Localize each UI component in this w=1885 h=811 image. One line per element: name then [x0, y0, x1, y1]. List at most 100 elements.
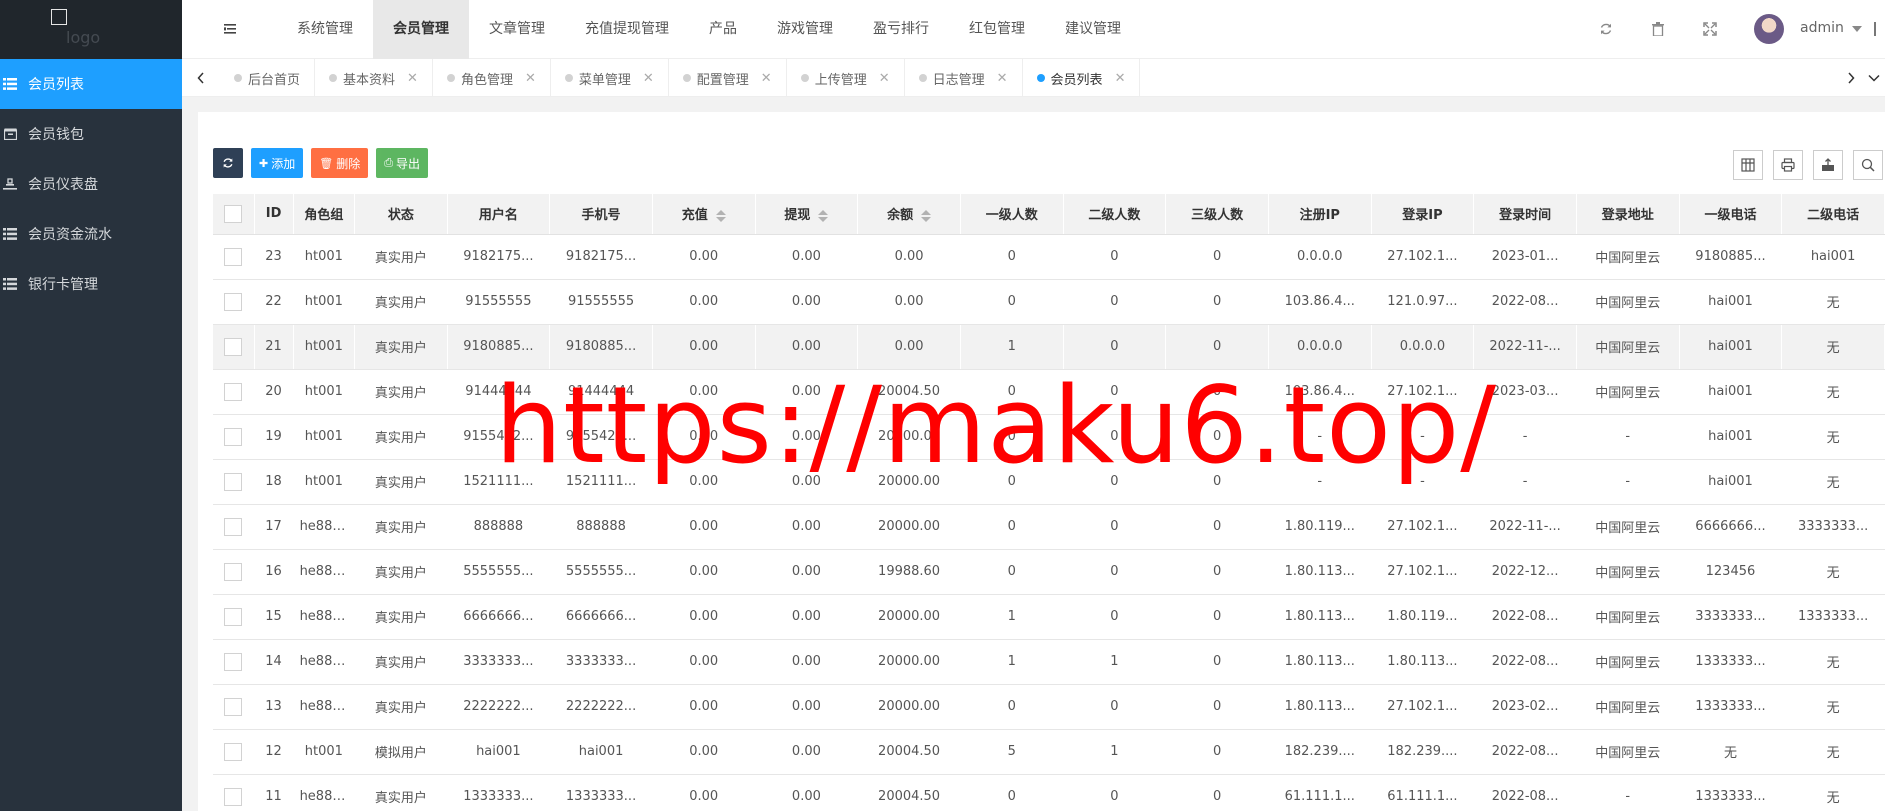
table-row[interactable]: 23 ht001 真实用户 9182175... 9182175... 0.00 0.00 0…	[213, 234, 1885, 280]
add-button[interactable]: ✚ 添加	[251, 148, 304, 178]
row-checkbox[interactable]	[224, 292, 243, 311]
list-icon	[2, 277, 18, 291]
table-row[interactable]: 22 ht001 真实用户 91555555 91555555 0.00 0.00 0.00 0…	[213, 279, 1885, 325]
sort-icon[interactable]	[921, 209, 932, 222]
row-select-cell	[213, 279, 255, 325]
row-checkbox[interactable]	[224, 607, 243, 626]
row-checkbox[interactable]	[224, 787, 243, 806]
sidebar-item-3[interactable]: 会员资金流水	[0, 209, 182, 259]
row-checkbox[interactable]	[224, 472, 243, 491]
table-row[interactable]: 19 ht001 真实用户 9155422... 9155422... 0.00 0.00 2…	[213, 414, 1885, 460]
columns-filter-button[interactable]	[1733, 150, 1763, 180]
table-cell: 0.00	[755, 684, 858, 730]
page-tab-0[interactable]: 后台首页	[220, 59, 316, 97]
user-name[interactable]: admin	[1800, 20, 1844, 36]
table-row[interactable]: 11 he8888 真实用户 1333333... 1333333... 0.00 0.00…	[213, 774, 1885, 811]
print-button[interactable]	[1773, 150, 1803, 180]
fullscreen-icon[interactable]	[1702, 21, 1718, 37]
nav-item-3[interactable]: 充值提现管理	[565, 0, 689, 59]
table-cell: 0.00	[652, 594, 756, 640]
tabs-scroll-left-icon[interactable]	[182, 59, 220, 97]
row-checkbox[interactable]	[224, 337, 243, 356]
select-all-checkbox[interactable]	[224, 204, 243, 223]
page-tab-4[interactable]: 配置管理 ✕	[669, 59, 787, 97]
table-cell: 12	[254, 729, 294, 775]
page-tab-7[interactable]: 会员列表 ✕	[1023, 59, 1141, 97]
table-row[interactable]: 15 he8888 真实用户 6666666... 6666666... 0.00 0.00…	[213, 594, 1885, 640]
table-cell: -	[1268, 459, 1372, 505]
page-tab-6[interactable]: 日志管理 ✕	[905, 59, 1023, 97]
table-cell: 123456	[1679, 549, 1782, 595]
close-icon[interactable]: ✕	[761, 71, 772, 86]
table-cell: -	[1268, 414, 1372, 460]
table-row[interactable]: 18 ht001 真实用户 1521111... 1521111... 0.00 0.00 2…	[213, 459, 1885, 505]
table-row[interactable]: 14 he8888 真实用户 3333333... 3333333... 0.00 0.00…	[213, 639, 1885, 685]
tabs-menu-chevron-icon[interactable]	[1862, 59, 1885, 97]
row-checkbox[interactable]	[224, 382, 243, 401]
sidebar-item-1[interactable]: 会员钱包	[0, 109, 182, 159]
close-icon[interactable]: ✕	[879, 71, 890, 86]
table-cell: he8888	[293, 594, 355, 640]
table-row[interactable]: 13 he8888 真实用户 2222222... 2222222... 0.00 0.00…	[213, 684, 1885, 730]
export-table-button[interactable]	[1813, 150, 1843, 180]
page-tab-5[interactable]: 上传管理 ✕	[787, 59, 905, 97]
delete-button[interactable]: 🗑 删除	[311, 148, 369, 178]
trash-icon[interactable]	[1650, 21, 1666, 37]
refresh-button[interactable]	[213, 148, 243, 178]
export-button[interactable]: ⎙ 导出	[376, 148, 429, 178]
column-header[interactable]: 提现	[755, 194, 858, 235]
sidebar-item-2[interactable]: 会员仪表盘	[0, 159, 182, 209]
table-row[interactable]: 20 ht001 真实用户 91444444 91444444 0.00 0.00 20004…	[213, 369, 1885, 415]
sidebar-item-0[interactable]: 会员列表	[0, 59, 182, 109]
more-icon[interactable]	[1870, 21, 1880, 37]
table-cell: 61.111.1...	[1268, 774, 1372, 811]
table-cell: -	[1473, 414, 1577, 460]
nav-item-0[interactable]: 系统管理	[277, 0, 373, 59]
table-cell: 真实用户	[354, 594, 448, 640]
row-checkbox[interactable]	[224, 562, 243, 581]
close-icon[interactable]: ✕	[407, 71, 418, 86]
user-avatar[interactable]	[1754, 14, 1784, 44]
table-tools	[1733, 150, 1885, 180]
row-checkbox[interactable]	[224, 742, 243, 761]
table-cell: 0	[960, 504, 1064, 550]
close-icon[interactable]: ✕	[997, 71, 1008, 86]
logo-text: logo	[66, 28, 101, 47]
nav-item-5[interactable]: 游戏管理	[757, 0, 853, 59]
page-tab-1[interactable]: 基本资料 ✕	[315, 59, 433, 97]
column-header[interactable]: 充值	[652, 194, 756, 235]
table-row[interactable]: 16 he8888 真实用户 5555555... 5555555... 0.00 0.00…	[213, 549, 1885, 595]
close-icon[interactable]: ✕	[643, 71, 654, 86]
close-icon[interactable]: ✕	[525, 71, 536, 86]
sidebar-item-label: 会员钱包	[28, 127, 84, 143]
table-row[interactable]: 21 ht001 真实用户 9180885... 9180885... 0.00 0.00 0…	[213, 324, 1885, 370]
row-checkbox[interactable]	[224, 652, 243, 671]
sort-icon[interactable]	[715, 209, 726, 222]
table-cell: 0	[1165, 324, 1269, 370]
page-tab-3[interactable]: 菜单管理 ✕	[551, 59, 669, 97]
column-header[interactable]: 余额	[857, 194, 961, 235]
sidebar-item-4[interactable]: 银行卡管理	[0, 259, 182, 309]
table-row[interactable]: 17 he8888 真实用户 888888 888888 0.00 0.00 20000.00…	[213, 504, 1885, 550]
row-checkbox[interactable]	[224, 517, 243, 536]
menu-toggle-icon[interactable]	[222, 21, 238, 37]
page-tab-2[interactable]: 角色管理 ✕	[433, 59, 551, 97]
search-button[interactable]	[1853, 150, 1883, 180]
nav-item-2[interactable]: 文章管理	[469, 0, 565, 59]
chevron-down-icon[interactable]	[1852, 26, 1862, 32]
table-row[interactable]: 12 ht001 模拟用户 hai001 hai001 0.00 0.00 20004.50 5…	[213, 729, 1885, 775]
close-icon[interactable]: ✕	[1115, 71, 1126, 86]
export-file-icon: ⎙	[384, 156, 394, 169]
nav-item-8[interactable]: 建议管理	[1045, 0, 1141, 59]
row-checkbox[interactable]	[224, 427, 243, 446]
nav-item-7[interactable]: 红包管理	[949, 0, 1045, 59]
nav-item-6[interactable]: 盈亏排行	[853, 0, 949, 59]
nav-item-1[interactable]: 会员管理	[373, 0, 469, 59]
row-checkbox[interactable]	[224, 697, 243, 716]
sort-icon[interactable]	[818, 209, 829, 222]
table-cell: 103.86.4...	[1268, 279, 1372, 325]
row-checkbox[interactable]	[224, 247, 243, 266]
nav-item-4[interactable]: 产品	[689, 0, 757, 59]
refresh-icon[interactable]	[1598, 21, 1614, 37]
table-cell: 0.00	[755, 459, 858, 505]
